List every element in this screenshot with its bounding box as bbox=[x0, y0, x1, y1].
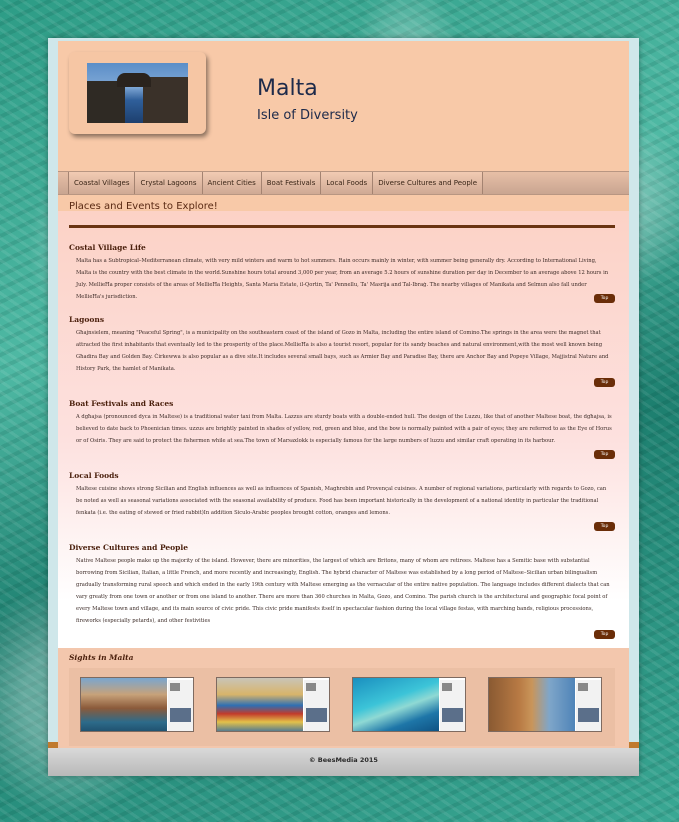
section-text: Maltese cuisine shows strong Sicilian an… bbox=[76, 486, 607, 516]
section-boat-festivals: Boat Festivals and Races A dgħajsa (pron… bbox=[69, 399, 615, 459]
nav-crystal-lagoons[interactable]: Crystal Lagoons bbox=[135, 172, 203, 194]
site-title: Malta bbox=[257, 76, 318, 101]
section-heading: Diverse Cultures and People bbox=[69, 543, 189, 552]
section-heading: Costal Village Life bbox=[69, 243, 146, 252]
section-text: Malta has a Subtropical–Mediterranean cl… bbox=[76, 258, 609, 300]
nav-local-foods[interactable]: Local Foods bbox=[321, 172, 374, 194]
nav-diverse-cultures[interactable]: Diverse Cultures and People bbox=[373, 172, 484, 194]
places-heading: Places and Events to Explore! bbox=[69, 201, 218, 212]
page-frame: Malta Isle of Diversity Coastal Villages… bbox=[48, 38, 639, 776]
divider bbox=[69, 225, 615, 228]
top-button[interactable]: Top bbox=[594, 630, 615, 639]
sight-thumbnail[interactable] bbox=[80, 677, 194, 732]
section-heading: Local Foods bbox=[69, 471, 119, 480]
sights-heading: Sights in Malta bbox=[69, 653, 134, 662]
sight-thumbnail[interactable] bbox=[488, 677, 602, 732]
section-heading: Lagoons bbox=[69, 315, 105, 324]
section-coastal-village: Costal Village Life Malta has a Subtropi… bbox=[69, 243, 615, 303]
section-local-foods: Local Foods Maltese cuisine shows strong… bbox=[69, 471, 615, 531]
section-text: A dgħajsa (pronounced dyса in Maltese) i… bbox=[76, 414, 612, 444]
top-button[interactable]: Top bbox=[594, 378, 615, 387]
main-nav: Coastal Villages Crystal Lagoons Ancient… bbox=[58, 171, 629, 195]
top-button[interactable]: Top bbox=[594, 450, 615, 459]
nav-coastal-villages[interactable]: Coastal Villages bbox=[68, 172, 136, 194]
sights-section: Sights in Malta bbox=[58, 648, 629, 748]
header: Malta Isle of Diversity bbox=[58, 41, 629, 171]
site-subtitle: Isle of Diversity bbox=[257, 108, 358, 123]
section-lagoons: Lagoons Għajnsielem, meaning "Peaceful S… bbox=[69, 315, 615, 387]
sight-thumbnail[interactable] bbox=[216, 677, 330, 732]
nav-boat-festivals[interactable]: Boat Festivals bbox=[261, 172, 322, 194]
footer: © BeesMedia 2015 bbox=[48, 748, 639, 776]
azure-window-image bbox=[87, 63, 188, 123]
section-heading: Boat Festivals and Races bbox=[69, 399, 174, 408]
nav-ancient-cities[interactable]: Ancient Cities bbox=[202, 172, 262, 194]
sight-thumbnail[interactable] bbox=[352, 677, 466, 732]
page-content: Malta Isle of Diversity Coastal Villages… bbox=[58, 41, 629, 748]
top-button[interactable]: Top bbox=[594, 522, 615, 531]
sights-gallery bbox=[69, 668, 615, 746]
section-diverse-cultures: Diverse Cultures and People Native Malte… bbox=[69, 543, 615, 639]
top-button[interactable]: Top bbox=[594, 294, 615, 303]
section-text: Għajnsielem, meaning "Peaceful Spring", … bbox=[76, 330, 609, 372]
logo-frame bbox=[69, 52, 206, 134]
section-text: Native Maltese people make up the majori… bbox=[76, 558, 610, 624]
